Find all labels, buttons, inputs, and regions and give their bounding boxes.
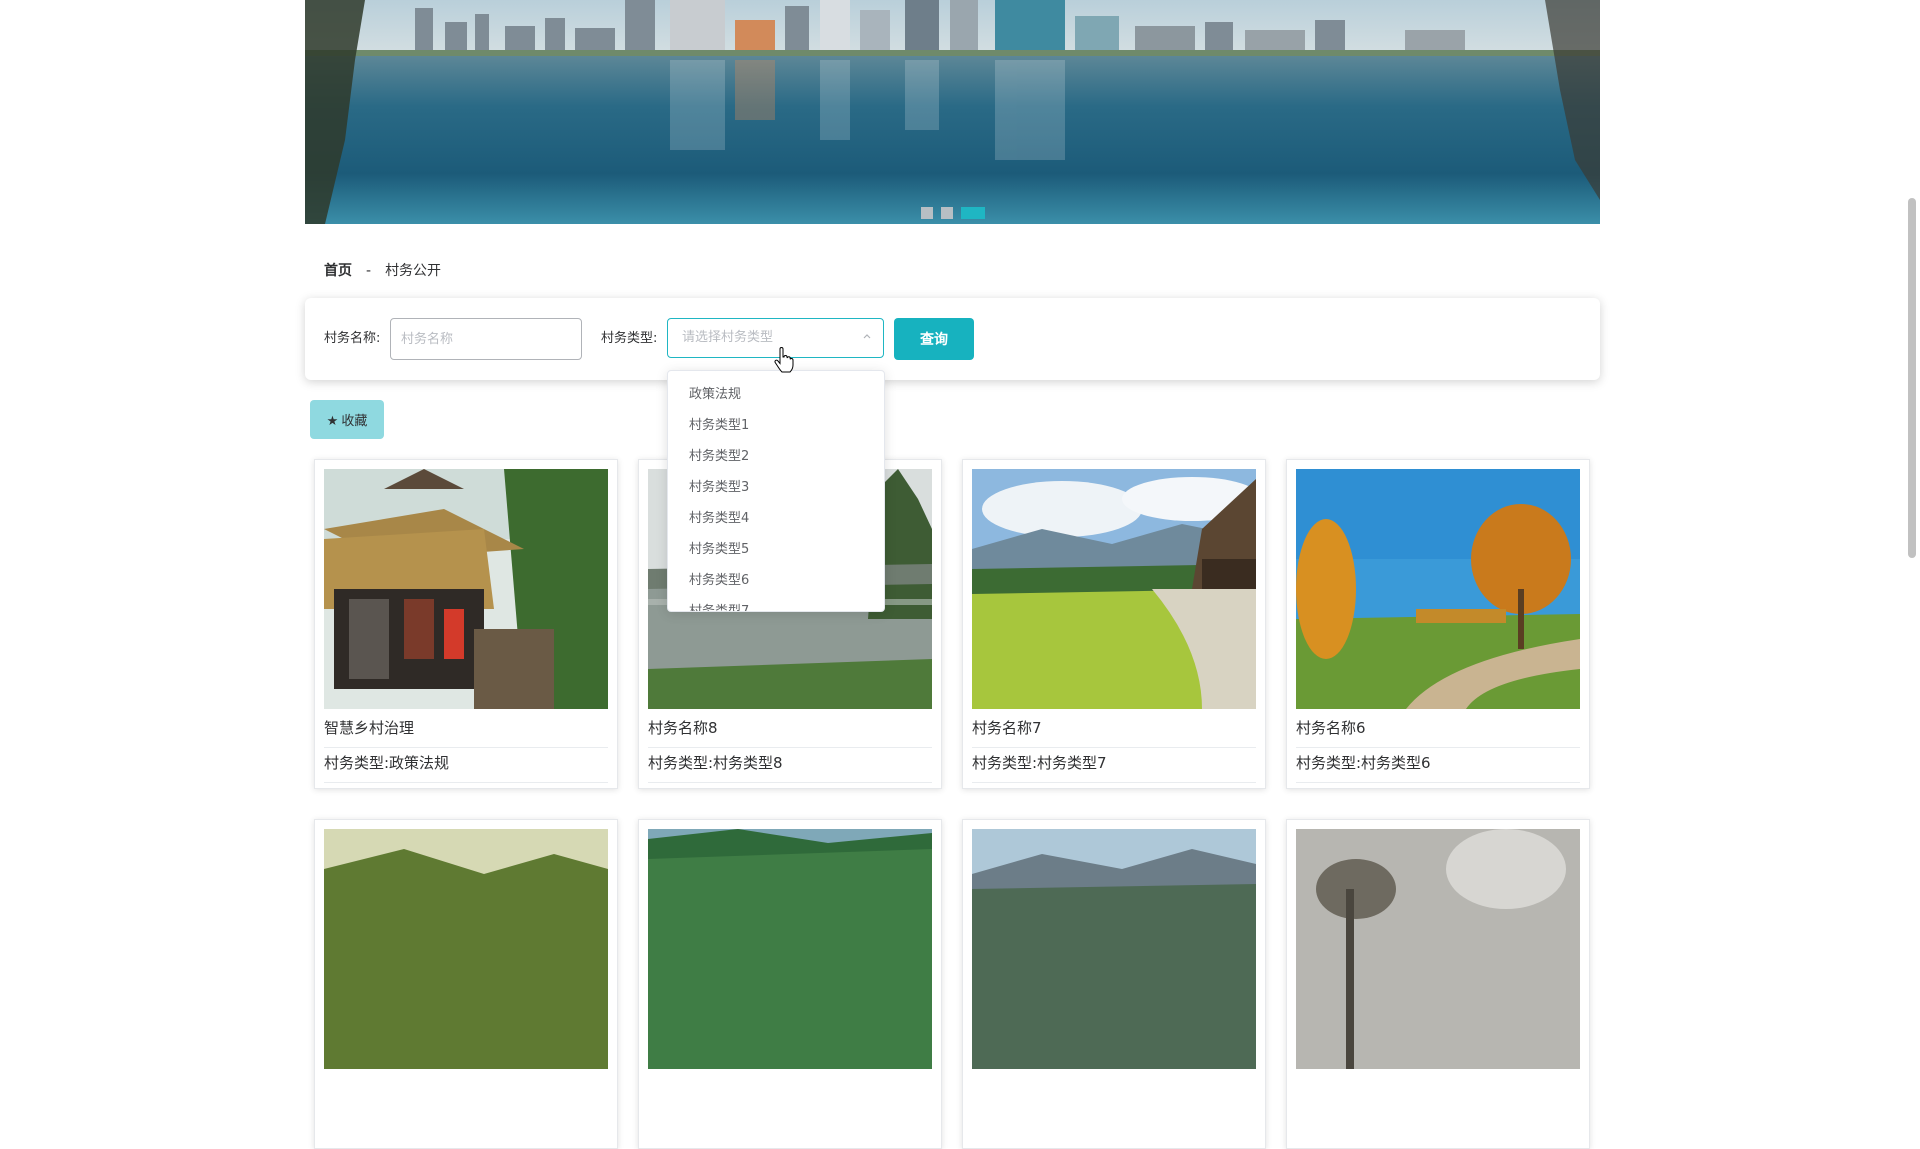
village-card[interactable] [638,819,942,1149]
breadcrumb-current: 村务公开 [385,263,442,279]
card-title: 村务名称7 [972,719,1042,737]
star-icon: ★ [326,414,339,429]
name-label: 村务名称: [324,331,381,346]
village-card[interactable] [314,819,618,1149]
banner-image [305,0,1600,224]
carousel-indicators [305,207,1600,219]
card-image [972,469,1256,709]
card-title: 村务名称8 [648,719,718,737]
village-card[interactable] [962,819,1266,1149]
card-title: 智慧乡村治理 [324,719,415,737]
scrollbar-thumb[interactable] [1908,198,1916,558]
type-dropdown: 政策法规 村务类型1 村务类型2 村务类型3 村务类型4 村务类型5 村务类型6… [667,370,885,612]
card-type: 村务类型:村务类型6 [1296,754,1431,772]
card-divider [324,747,608,748]
card-divider [1296,782,1580,783]
favorite-button[interactable]: ★ 收藏 [310,400,384,439]
card-divider [648,747,932,748]
hand-cursor-icon [774,347,794,373]
card-image [324,469,608,709]
card-divider [972,782,1256,783]
card-divider [324,782,608,783]
dropdown-option[interactable]: 村务类型1 [668,410,884,441]
carousel-dot-2[interactable] [940,207,953,219]
type-select-placeholder: 请选择村务类型 [682,330,774,345]
village-card[interactable] [1286,819,1590,1149]
village-card[interactable]: 村务名称7 村务类型:村务类型7 [962,459,1266,789]
card-divider [648,782,932,783]
dropdown-option[interactable]: 村务类型3 [668,472,884,503]
breadcrumb-home[interactable]: 首页 [324,263,352,279]
card-title: 村务名称6 [1296,719,1366,737]
dropdown-option[interactable]: 村务类型7 [668,596,884,611]
carousel-dot-3[interactable] [960,207,985,219]
chevron-up-icon [863,334,871,339]
carousel-dot-1[interactable] [920,207,933,219]
name-search-input[interactable] [390,318,582,360]
banner-carousel[interactable] [305,0,1600,224]
dropdown-option[interactable]: 政策法规 [668,379,884,410]
search-panel: 村务名称: 村务类型: 请选择村务类型 查询 [305,298,1600,380]
dropdown-option[interactable]: 村务类型4 [668,503,884,534]
card-divider [1296,747,1580,748]
village-card[interactable]: 村务名称6 村务类型:村务类型6 [1286,459,1590,789]
card-image [972,829,1256,1069]
breadcrumb: 首页 - 村务公开 [324,262,441,280]
card-image [1296,469,1580,709]
card-image [324,829,608,1069]
favorite-label: 收藏 [341,414,368,429]
dropdown-options: 政策法规 村务类型1 村务类型2 村务类型3 村务类型4 村务类型5 村务类型6… [668,371,884,611]
village-card[interactable]: 智慧乡村治理 村务类型:政策法规 [314,459,618,789]
dropdown-option[interactable]: 村务类型5 [668,534,884,565]
search-button[interactable]: 查询 [894,318,974,360]
card-image [1296,829,1580,1069]
card-divider [972,747,1256,748]
dropdown-option[interactable]: 村务类型6 [668,565,884,596]
card-image [648,829,932,1069]
type-label: 村务类型: [601,331,658,346]
card-type: 村务类型:村务类型7 [972,754,1107,772]
card-type: 村务类型:政策法规 [324,754,450,772]
dropdown-option[interactable]: 村务类型2 [668,441,884,472]
card-type: 村务类型:村务类型8 [648,754,783,772]
breadcrumb-separator: - [366,263,372,279]
